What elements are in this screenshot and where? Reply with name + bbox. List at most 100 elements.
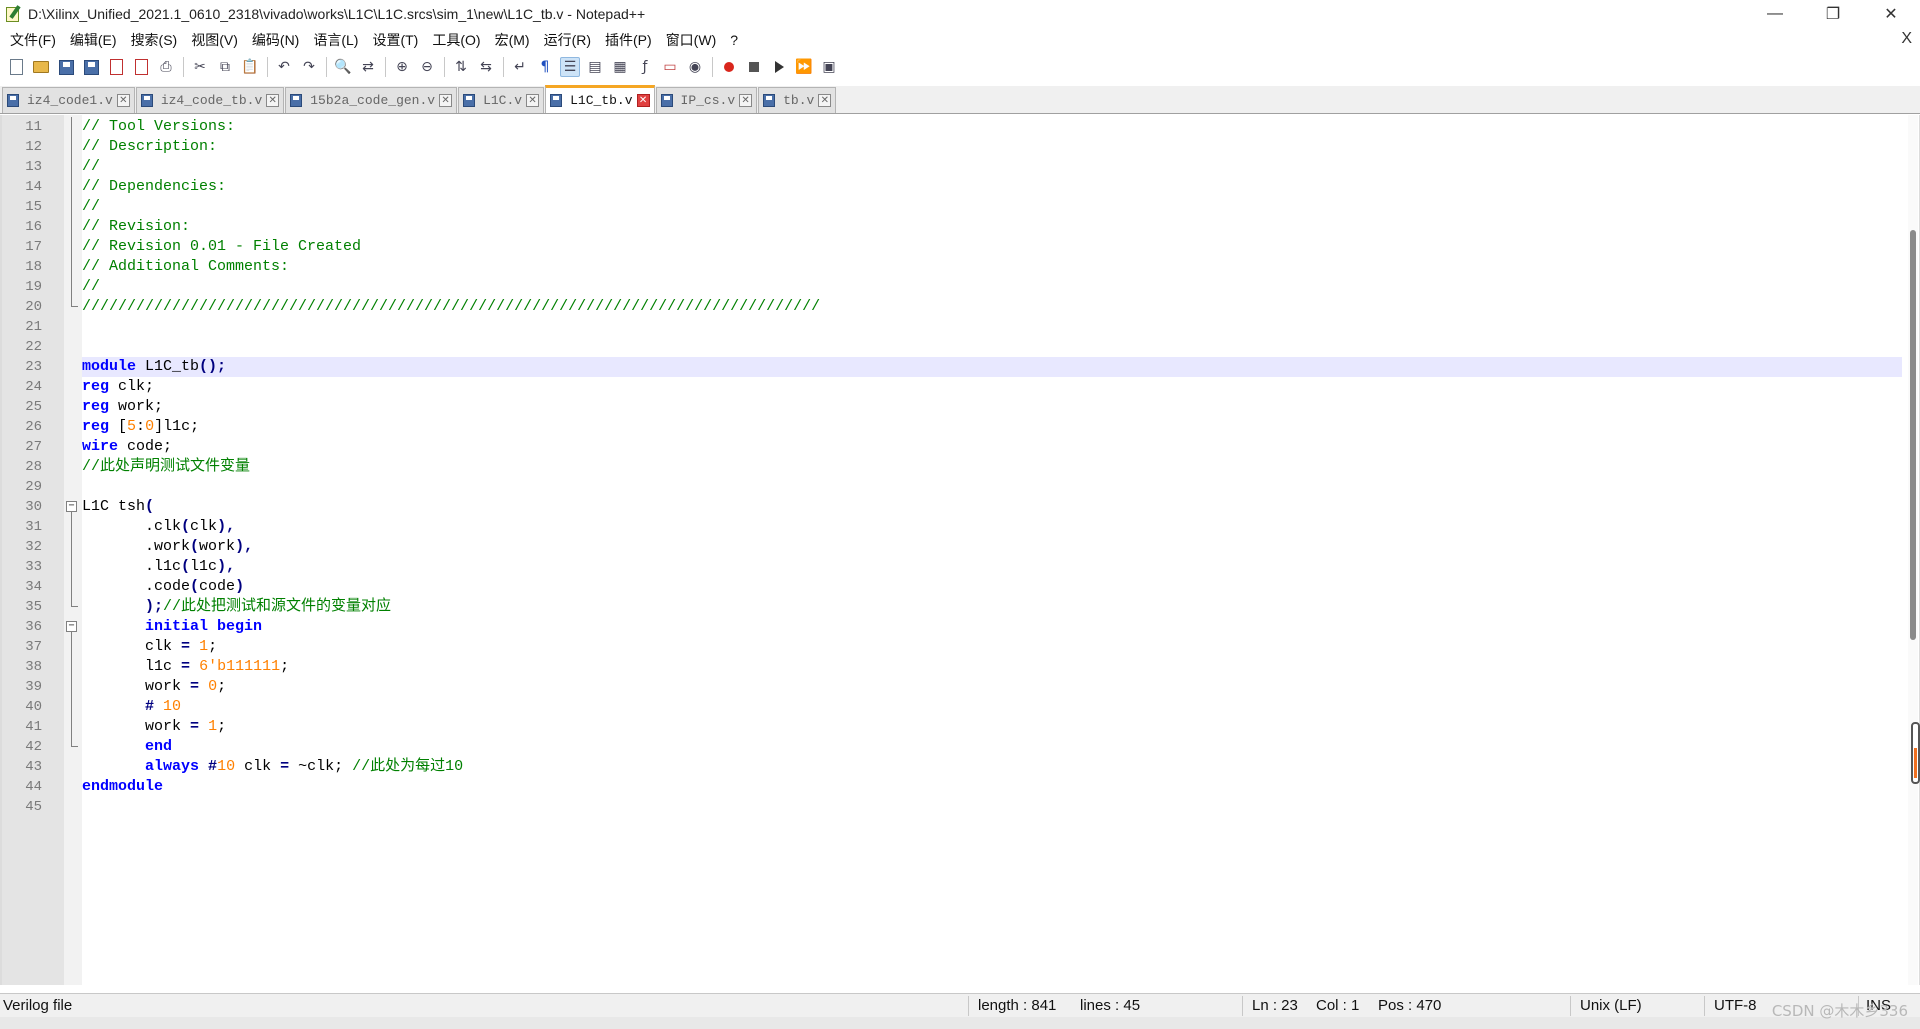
code-line[interactable]: 20 //////////////////////////////////////…	[25, 297, 1902, 317]
menu-view[interactable]: 视图(V)	[184, 30, 245, 50]
code-line[interactable]: 22	[25, 337, 1902, 357]
tab-ip-cs[interactable]: IP_cs.v ✕	[655, 87, 758, 113]
tab-close-icon[interactable]: ✕	[526, 94, 540, 107]
stop-macro-icon[interactable]	[744, 57, 764, 77]
code-line[interactable]: 17 // Revision 0.01 - File Created	[25, 237, 1902, 257]
code-line[interactable]: 29	[25, 477, 1902, 497]
code-line[interactable]: 30 L1C tsh(−	[25, 497, 1902, 517]
code-editor[interactable]: 11// Tool Versions: 12// Description: 13//…	[0, 115, 1920, 985]
close-all-icon[interactable]	[131, 57, 151, 77]
fold-toggle-icon[interactable]: −	[66, 621, 77, 632]
code-line[interactable]: 39 work = 0;	[25, 677, 1902, 697]
tab-15b2a-code-gen[interactable]: 15b2a_code_gen.v ✕	[285, 87, 458, 113]
tab-close-icon[interactable]: ✕	[439, 94, 453, 107]
code-line[interactable]: 35 );//此处把测试和源文件的变量对应	[25, 597, 1902, 617]
sync-vertical-icon[interactable]: ⇅	[451, 57, 471, 77]
tab-tb[interactable]: tb.v ✕	[758, 87, 837, 113]
open-file-icon[interactable]	[31, 57, 51, 77]
tab-iz4-code1[interactable]: iz4_code1.v ✕	[2, 87, 135, 113]
undo-icon[interactable]: ↶	[274, 57, 294, 77]
code-line[interactable]: 33 .l1c(l1c),	[25, 557, 1902, 577]
function-list-icon[interactable]: ƒ	[635, 57, 655, 77]
fold-margin[interactable]	[64, 115, 82, 985]
code-text-area[interactable]: 11// Tool Versions: 12// Description: 13//…	[25, 117, 1902, 817]
code-line[interactable]: 43 always #10 clk = ~clk; //此处为每过10	[25, 757, 1902, 777]
code-line[interactable]: 34 .code(code)	[25, 577, 1902, 597]
tab-iz4-code-tb[interactable]: iz4_code_tb.v ✕	[135, 87, 285, 113]
folder-workspace-icon[interactable]: ▭	[660, 57, 680, 77]
tab-l1c[interactable]: L1C.v ✕	[458, 87, 545, 113]
indent-guide-icon[interactable]: ☰	[560, 57, 580, 77]
monitor-icon[interactable]: ◉	[685, 57, 705, 77]
copy-icon[interactable]: ⧉	[215, 57, 235, 77]
minimize-button[interactable]: —	[1746, 0, 1804, 28]
code-line[interactable]: 21	[25, 317, 1902, 337]
code-line[interactable]: 42 end	[25, 737, 1902, 757]
cut-icon[interactable]: ✂	[190, 57, 210, 77]
word-wrap-icon[interactable]: ↵	[510, 57, 530, 77]
save-all-icon[interactable]	[81, 57, 101, 77]
close-window-button[interactable]: ✕	[1862, 0, 1920, 28]
find-icon[interactable]: 🔍	[333, 57, 353, 77]
menu-edit[interactable]: 编辑(E)	[63, 30, 124, 50]
code-line[interactable]: 40 # 10	[25, 697, 1902, 717]
print-icon[interactable]: ⎙	[156, 57, 176, 77]
fold-toggle-icon[interactable]: −	[66, 501, 77, 512]
code-line[interactable]: 19 //	[25, 277, 1902, 297]
menu-macro[interactable]: 宏(M)	[488, 30, 537, 50]
paste-icon[interactable]: 📋	[240, 57, 260, 77]
tab-l1c-tb[interactable]: L1C_tb.v ✕	[545, 85, 655, 113]
menu-language[interactable]: 语言(L)	[306, 30, 365, 50]
menu-help[interactable]: ?	[723, 32, 745, 48]
redo-icon[interactable]: ↷	[299, 57, 319, 77]
zoom-in-icon[interactable]: ⊕	[392, 57, 412, 77]
code-line[interactable]: 18 // Additional Comments:	[25, 257, 1902, 277]
tab-close-icon[interactable]: ✕	[636, 94, 650, 107]
code-line[interactable]: 24 reg clk;	[25, 377, 1902, 397]
code-line[interactable]: 12 // Description:	[25, 137, 1902, 157]
code-line[interactable]: 16 // Revision:	[25, 217, 1902, 237]
menu-encoding[interactable]: 编码(N)	[245, 30, 306, 50]
menu-settings[interactable]: 设置(T)	[365, 30, 425, 50]
tab-close-icon[interactable]: ✕	[739, 94, 753, 107]
sync-horizontal-icon[interactable]: ⇆	[476, 57, 496, 77]
run-macro-multiple-icon[interactable]: ⏩	[794, 57, 814, 77]
menu-tools[interactable]: 工具(O)	[425, 30, 487, 50]
code-line[interactable]: 45	[25, 797, 1902, 817]
code-line[interactable]: 26 reg [5:0]l1c;	[25, 417, 1902, 437]
scrollbar-thumb[interactable]	[1910, 230, 1916, 640]
code-line[interactable]: 13 //	[25, 157, 1902, 177]
menu-plugins[interactable]: 插件(P)	[598, 30, 659, 50]
code-line[interactable]: 23 module L1C_tb();	[25, 357, 1902, 377]
code-line[interactable]: 37 clk = 1;	[25, 637, 1902, 657]
save-macro-icon[interactable]: ▣	[819, 57, 839, 77]
menu-search[interactable]: 搜索(S)	[124, 30, 185, 50]
code-line[interactable]: 28 //此处声明测试文件变量	[25, 457, 1902, 477]
menu-file[interactable]: 文件(F)	[3, 30, 63, 50]
close-icon[interactable]	[106, 57, 126, 77]
doc-map-icon[interactable]: ▦	[610, 57, 630, 77]
menu-run[interactable]: 运行(R)	[537, 30, 598, 50]
code-line[interactable]: 32 .work(work),	[25, 537, 1902, 557]
code-line[interactable]: 31 .clk(clk),	[25, 517, 1902, 537]
code-line[interactable]: 27 wire code;	[25, 437, 1902, 457]
code-line[interactable]: 44 endmodule	[25, 777, 1902, 797]
show-all-chars-icon[interactable]: ¶	[535, 57, 555, 77]
tab-close-icon[interactable]: ✕	[266, 94, 280, 107]
tab-close-icon[interactable]: ✕	[116, 94, 130, 107]
save-icon[interactable]	[56, 57, 76, 77]
replace-icon[interactable]: ⇄	[358, 57, 378, 77]
code-line[interactable]: 14 // Dependencies:	[25, 177, 1902, 197]
language-icon[interactable]: ▤	[585, 57, 605, 77]
new-file-icon[interactable]	[6, 57, 26, 77]
code-line[interactable]: 15 //	[25, 197, 1902, 217]
code-line[interactable]: 36 initial begin −	[25, 617, 1902, 637]
tab-close-icon[interactable]: ✕	[818, 94, 832, 107]
zoom-out-icon[interactable]: ⊖	[417, 57, 437, 77]
menu-window[interactable]: 窗口(W)	[659, 30, 724, 50]
play-macro-icon[interactable]	[769, 57, 789, 77]
record-macro-icon[interactable]	[719, 57, 739, 77]
code-line[interactable]: 11 // Tool Versions:	[25, 117, 1902, 137]
code-line[interactable]: 25 reg work;	[25, 397, 1902, 417]
code-line[interactable]: 41 work = 1;	[25, 717, 1902, 737]
